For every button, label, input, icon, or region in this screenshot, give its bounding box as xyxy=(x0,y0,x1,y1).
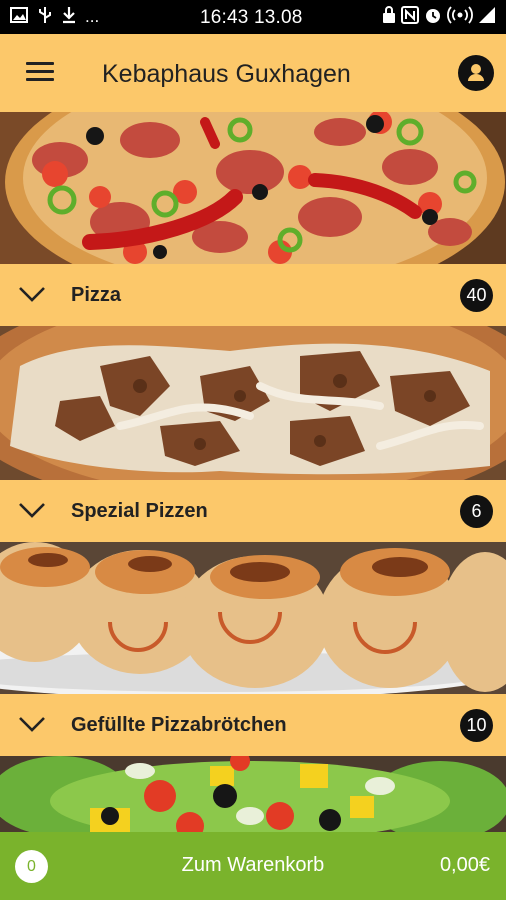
category-gefuellte-pizzabroetchen[interactable]: Gefüllte Pizzabrötchen 10 xyxy=(0,694,506,756)
cart-total: 0,00€ xyxy=(439,854,490,876)
doner-pizza-photo[interactable] xyxy=(0,326,506,480)
category-count-badge: 10 xyxy=(460,709,493,742)
nfc-icon xyxy=(401,6,419,29)
page-title: Kebaphaus Guxhagen xyxy=(102,60,351,88)
status-bar: ... 16:43 13.08 xyxy=(0,0,506,34)
pizza-rolls-photo[interactable] xyxy=(0,542,506,694)
category-label: Gefüllte Pizzabrötchen xyxy=(71,714,287,736)
app-header: Kebaphaus Guxhagen xyxy=(0,34,506,112)
download-icon xyxy=(62,6,76,29)
category-pizza[interactable]: Pizza 40 xyxy=(0,264,506,326)
category-label: Spezial Pizzen xyxy=(71,500,208,522)
salad-photo[interactable] xyxy=(0,756,506,832)
category-count-badge: 6 xyxy=(460,495,493,528)
hamburger-menu-icon[interactable] xyxy=(26,62,54,84)
overflow-indicator: ... xyxy=(85,7,100,26)
lock-icon xyxy=(382,6,396,29)
cart-label: Zum Warenkorb xyxy=(181,854,325,876)
chevron-down-icon xyxy=(18,716,46,737)
clock: 16:43 13.08 xyxy=(200,7,303,28)
user-icon[interactable] xyxy=(458,55,494,91)
signal-icon xyxy=(478,6,496,29)
chevron-down-icon xyxy=(18,286,46,307)
category-label: Pizza xyxy=(71,284,122,306)
cart-button[interactable]: 0 Zum Warenkorb 0,00€ xyxy=(0,832,506,900)
alarm-icon xyxy=(424,6,442,29)
category-spezial-pizzen[interactable]: Spezial Pizzen 6 xyxy=(0,480,506,542)
hotspot-icon xyxy=(447,6,473,29)
usb-icon xyxy=(37,6,53,29)
category-count-badge: 40 xyxy=(460,279,493,312)
pizza-salami-photo[interactable] xyxy=(0,112,506,264)
image-icon xyxy=(10,6,28,28)
chevron-down-icon xyxy=(18,502,46,523)
